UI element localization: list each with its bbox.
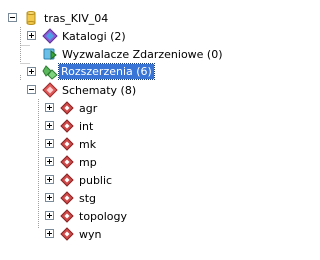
tree-node-label: public bbox=[79, 174, 113, 187]
expand-toggle[interactable] bbox=[45, 229, 54, 238]
object-tree: tras_KIV_04 Katalogi (2) Wyzwalacze Zdar… bbox=[0, 0, 251, 260]
expand-toggle[interactable] bbox=[27, 31, 36, 40]
schema-icon bbox=[59, 100, 75, 116]
tree-node-label: int bbox=[79, 120, 94, 133]
tree-node-label: mk bbox=[79, 138, 97, 151]
tree-node-label: mp bbox=[79, 156, 97, 169]
tree-node-katalogi[interactable]: Katalogi (2) bbox=[0, 27, 251, 45]
expand-toggle[interactable] bbox=[45, 103, 54, 112]
schema-icon bbox=[59, 208, 75, 224]
expand-toggle[interactable] bbox=[45, 121, 54, 130]
schema-icon bbox=[59, 172, 75, 188]
tree-node-label: Katalogi (2) bbox=[62, 30, 126, 43]
tree-node-schema[interactable]: public bbox=[0, 171, 251, 189]
event-trigger-icon bbox=[42, 46, 58, 62]
catalog-diamond-icon bbox=[42, 28, 58, 44]
expand-toggle[interactable] bbox=[27, 67, 36, 76]
tree-node-schema[interactable]: mk bbox=[0, 135, 251, 153]
tree-node-label: Rozszerzenia (6) bbox=[58, 63, 155, 80]
schema-icon bbox=[59, 136, 75, 152]
schema-icon bbox=[59, 190, 75, 206]
database-cylinder-icon bbox=[23, 10, 39, 26]
tree-node-schema[interactable]: topology bbox=[0, 207, 251, 225]
collapse-toggle[interactable] bbox=[27, 85, 36, 94]
collapse-toggle[interactable] bbox=[8, 13, 17, 22]
tree-node-label: topology bbox=[79, 210, 128, 223]
schema-icon bbox=[59, 154, 75, 170]
tree-node-schematy[interactable]: Schematy (8) bbox=[0, 81, 251, 99]
tree-node-label: agr bbox=[79, 102, 98, 115]
tree-node-schema[interactable]: int bbox=[0, 117, 251, 135]
expand-toggle[interactable] bbox=[45, 175, 54, 184]
schema-icon bbox=[59, 226, 75, 242]
expand-toggle[interactable] bbox=[45, 157, 54, 166]
tree-node-schema[interactable]: stg bbox=[0, 189, 251, 207]
expand-toggle[interactable] bbox=[45, 211, 54, 220]
tree-node-root[interactable]: tras_KIV_04 bbox=[0, 9, 251, 27]
tree-node-schema[interactable]: agr bbox=[0, 99, 251, 117]
tree-node-schema[interactable]: wyn bbox=[0, 225, 251, 243]
tree-node-label: stg bbox=[79, 192, 97, 205]
tree-node-label: wyn bbox=[79, 228, 102, 241]
tree-node-wyzwalacze[interactable]: Wyzwalacze Zdarzeniowe (0) bbox=[0, 45, 251, 63]
schemas-icon bbox=[42, 82, 58, 98]
expand-toggle[interactable] bbox=[45, 193, 54, 202]
expand-toggle[interactable] bbox=[45, 139, 54, 148]
tree-node-schema[interactable]: mp bbox=[0, 153, 251, 171]
tree-node-label: Wyzwalacze Zdarzeniowe (0) bbox=[62, 48, 223, 61]
schema-icon bbox=[59, 118, 75, 134]
tree-node-rozszerzenia[interactable]: Rozszerzenia (6) bbox=[0, 63, 251, 81]
tree-node-label: tras_KIV_04 bbox=[44, 12, 109, 25]
tree-node-label: Schematy (8) bbox=[62, 84, 137, 97]
extensions-icon bbox=[42, 64, 58, 80]
